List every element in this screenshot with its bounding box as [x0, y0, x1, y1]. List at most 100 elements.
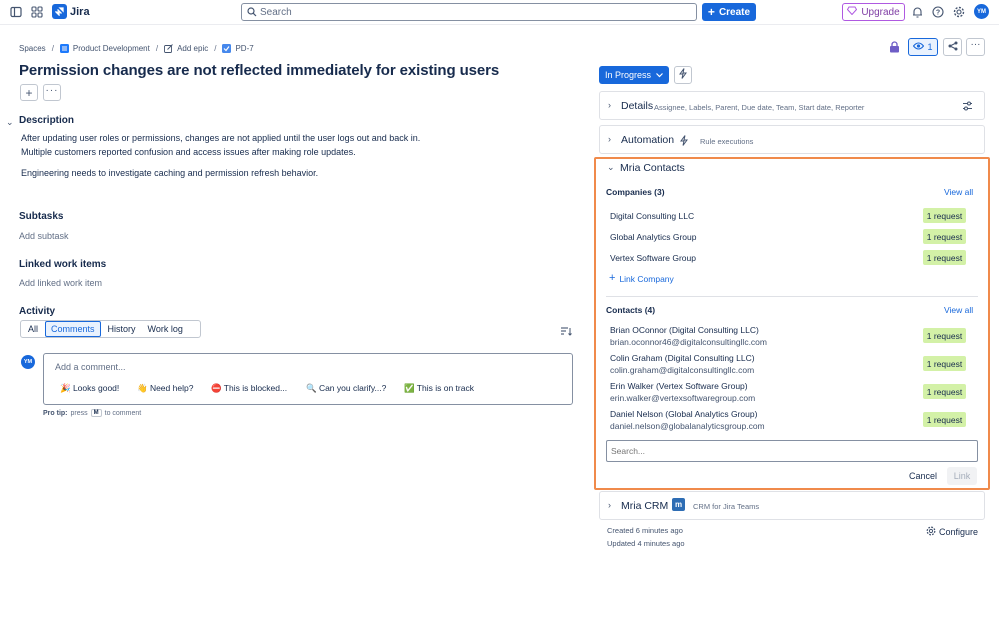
request-badge[interactable]: 1 request [923, 208, 966, 223]
app-name[interactable]: Jira [70, 6, 90, 18]
request-badge[interactable]: 1 request [923, 384, 966, 399]
edit-pencil-icon [164, 43, 173, 53]
details-panel[interactable]: › Details Assignee, Labels, Parent, Due … [599, 91, 985, 120]
quick-reply-need-help[interactable]: 👋 Need help? [137, 383, 193, 394]
automation-panel[interactable]: › Automation Rule executions [599, 125, 985, 154]
contact-email: colin.graham@digitalconsultingllc.com [610, 365, 755, 375]
company-item[interactable]: Vertex Software Group [610, 253, 696, 263]
upgrade-label: Upgrade [861, 6, 900, 18]
breadcrumb-spaces[interactable]: Spaces [19, 44, 46, 53]
chevron-down-icon[interactable]: ⌄ [607, 162, 615, 173]
create-button[interactable]: + Create [702, 3, 756, 21]
notifications-bell-icon[interactable] [909, 4, 925, 20]
chevron-down-icon [656, 70, 663, 80]
request-badge[interactable]: 1 request [923, 412, 966, 427]
add-linked-item-link[interactable]: Add linked work item [19, 278, 102, 288]
comment-placeholder: Add a comment... [55, 362, 126, 372]
request-badge[interactable]: 1 request [923, 229, 966, 244]
chevron-down-icon[interactable]: ⌄ [6, 117, 14, 128]
gem-icon [847, 6, 858, 18]
contact-name[interactable]: Brian OConnor (Digital Consulting LLC) [610, 325, 759, 335]
configure-sliders-icon[interactable] [962, 100, 973, 114]
companies-view-all-link[interactable]: View all [944, 187, 973, 197]
contact-email: brian.oconnor46@digitalconsultingllc.com [610, 337, 767, 347]
activity-tabs: All Comments History Work log [20, 320, 201, 338]
tab-comments[interactable]: Comments [45, 321, 101, 337]
quick-reply-blocked[interactable]: ⛔ This is blocked... [211, 383, 287, 394]
watch-count: 1 [927, 42, 933, 52]
quick-reply-clarify[interactable]: 🔍 Can you clarify...? [306, 383, 386, 394]
description-heading: Description [19, 115, 75, 126]
upgrade-button[interactable]: Upgrade [842, 3, 905, 21]
jira-logo-icon[interactable] [52, 4, 67, 19]
company-item[interactable]: Global Analytics Group [610, 232, 696, 242]
search-placeholder: Search [260, 6, 292, 18]
created-timestamp: Created 6 minutes ago [607, 526, 683, 535]
add-subtask-link[interactable]: Add subtask [19, 231, 69, 241]
sidebar-toggle-icon[interactable] [8, 4, 24, 20]
contact-search-input[interactable] [606, 440, 978, 462]
pro-tip: Pro tip: press M to comment [43, 409, 142, 417]
cancel-button[interactable]: Cancel [903, 469, 943, 483]
settings-gear-icon [926, 526, 936, 538]
lock-icon[interactable] [889, 41, 901, 53]
page-title[interactable]: Permission changes are not reflected imm… [19, 62, 499, 79]
contact-name[interactable]: Daniel Nelson (Global Analytics Group) [610, 409, 757, 419]
breadcrumb-issue-key[interactable]: PD-7 [235, 44, 253, 53]
tab-work-log[interactable]: Work log [143, 322, 188, 336]
mria-crm-panel[interactable]: › Mria CRM CRM for Jira Teams [599, 491, 985, 520]
company-item[interactable]: Digital Consulting LLC [610, 211, 694, 221]
app-switcher-icon[interactable] [29, 4, 45, 20]
settings-gear-icon[interactable] [951, 4, 967, 20]
activity-heading: Activity [19, 306, 56, 317]
breadcrumb: Spaces / Product Development / Add epic … [19, 43, 254, 53]
eye-icon [913, 42, 925, 52]
share-button[interactable] [943, 38, 962, 56]
mria-crm-logo-icon: m [672, 498, 685, 511]
status-dropdown[interactable]: In Progress [599, 66, 669, 84]
quick-reply-looks-good[interactable]: 🎉 Looks good! [60, 383, 119, 394]
chevron-right-icon: › [608, 500, 611, 510]
link-button[interactable]: Link [947, 467, 977, 485]
contacts-view-all-link[interactable]: View all [944, 305, 973, 315]
description-line-3: Engineering needs to investigate caching… [21, 168, 319, 178]
add-button[interactable]: + [20, 84, 38, 101]
request-badge[interactable]: 1 request [923, 356, 966, 371]
contacts-heading: Contacts (4) [606, 305, 656, 315]
help-icon[interactable]: ? [930, 4, 946, 20]
linked-items-heading: Linked work items [19, 259, 107, 270]
tab-history[interactable]: History [103, 322, 141, 336]
request-badge[interactable]: 1 request [923, 250, 966, 265]
breadcrumb-add-epic[interactable]: Add epic [177, 44, 208, 53]
comment-avatar: YM [21, 355, 35, 369]
contact-name[interactable]: Erin Walker (Vertex Software Group) [610, 381, 748, 391]
lightning-icon [680, 135, 688, 149]
breadcrumb-project[interactable]: Product Development [73, 44, 150, 53]
request-badge[interactable]: 1 request [923, 328, 966, 343]
top-navigation: Jira Search + Create Upgrade ? YM [0, 0, 999, 25]
project-icon [59, 43, 69, 53]
more-actions-button[interactable]: ··· [43, 84, 61, 101]
details-title: Details [621, 100, 654, 112]
automation-button[interactable] [674, 66, 692, 84]
quick-reply-on-track[interactable]: ✅ This is on track [404, 383, 474, 394]
create-label: Create [718, 6, 751, 18]
contact-name[interactable]: Colin Graham (Digital Consulting LLC) [610, 353, 755, 363]
chevron-right-icon: › [608, 100, 611, 110]
contact-email: daniel.nelson@globalanalyticsgroup.com [610, 421, 765, 431]
watch-button[interactable]: 1 [908, 38, 938, 56]
search-icon [247, 7, 257, 20]
comment-editor[interactable]: Add a comment... 🎉 Looks good! 👋 Need he… [43, 353, 573, 405]
more-options-button[interactable]: ··· [966, 38, 985, 56]
more-dots-icon: ··· [970, 39, 981, 50]
link-company-button[interactable]: + Link Company [609, 273, 674, 284]
user-avatar[interactable]: YM [974, 4, 989, 19]
configure-button[interactable]: Configure [926, 526, 978, 538]
sort-icon[interactable] [560, 325, 572, 339]
mria-contacts-title[interactable]: Mria Contacts [620, 162, 685, 174]
automation-title: Automation [621, 134, 675, 146]
description-line-2: Multiple customers reported confusion an… [21, 147, 356, 157]
search-input[interactable]: Search [241, 3, 697, 21]
tab-all[interactable]: All [23, 322, 43, 336]
task-checkbox-icon [222, 43, 232, 53]
